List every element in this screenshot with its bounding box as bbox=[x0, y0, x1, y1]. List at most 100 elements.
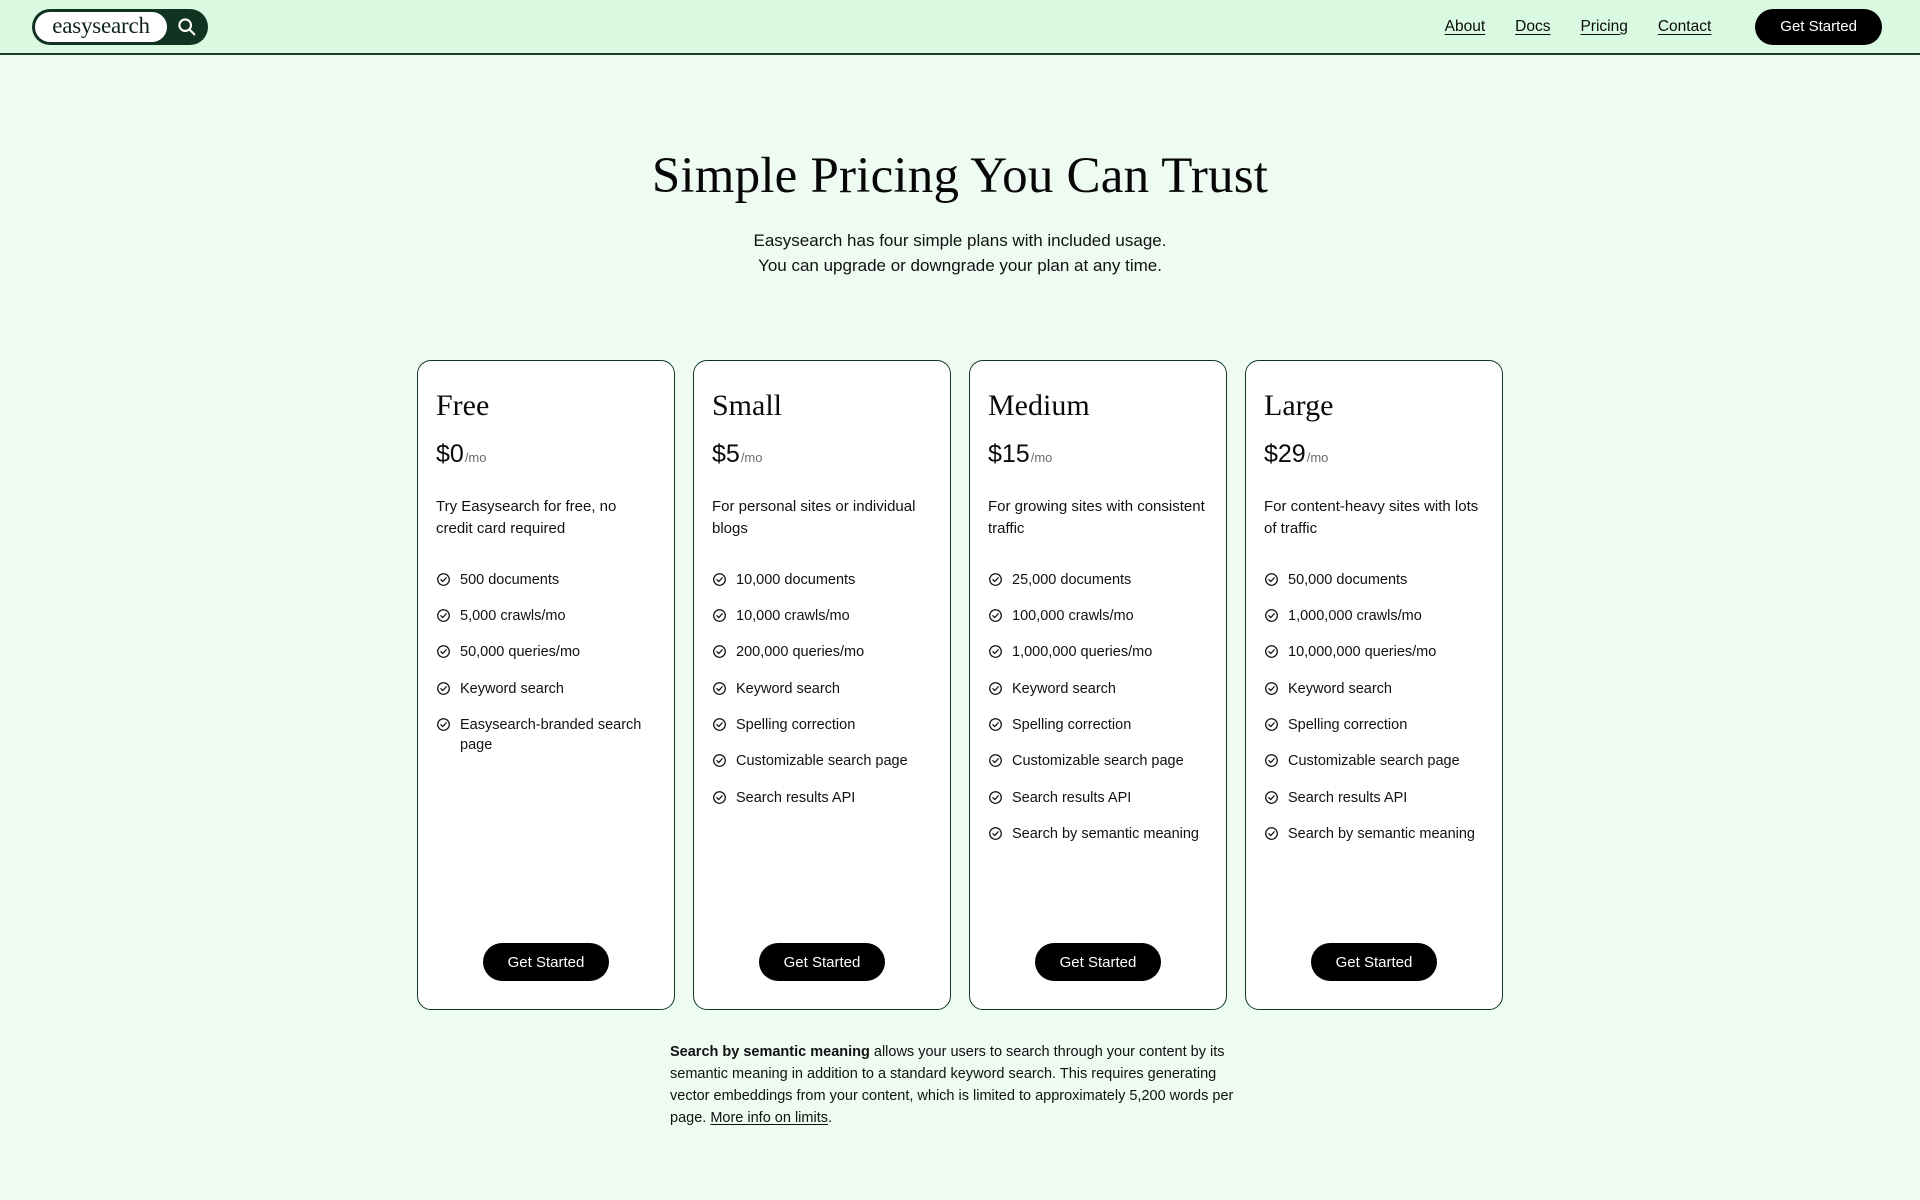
check-circle-icon bbox=[1264, 790, 1279, 805]
card-cta-wrap: Get Started bbox=[712, 943, 932, 985]
feature-item: 50,000 queries/mo bbox=[436, 642, 656, 662]
feature-item: Search by semantic meaning bbox=[988, 824, 1208, 844]
logo-pill: easysearch bbox=[35, 11, 167, 42]
plan-feature-list: 10,000 documents 10,000 crawls/mo 200,000 … bbox=[712, 570, 932, 808]
plan-price-amount: $29 bbox=[1264, 440, 1306, 469]
header-get-started-button[interactable]: Get Started bbox=[1755, 8, 1882, 45]
feature-label: Search results API bbox=[736, 789, 856, 806]
feature-label: Spelling correction bbox=[736, 716, 856, 733]
feature-label: Keyword search bbox=[1012, 680, 1116, 697]
plan-description: For personal sites or individual blogs bbox=[712, 498, 916, 538]
feature-item: Customizable search page bbox=[1264, 751, 1484, 771]
check-circle-icon bbox=[988, 790, 1003, 805]
feature-label: 1,000,000 queries/mo bbox=[1012, 644, 1153, 661]
plan-get-started-button[interactable]: Get Started bbox=[1310, 943, 1438, 982]
feature-label: Search by semantic meaning bbox=[1288, 825, 1475, 842]
plan-price-amount: $5 bbox=[712, 440, 740, 469]
magnifier-icon bbox=[167, 16, 205, 37]
feature-label: 50,000 queries/mo bbox=[460, 644, 581, 661]
nav-link-pricing[interactable]: Pricing bbox=[1580, 18, 1627, 36]
check-circle-icon bbox=[436, 681, 451, 696]
card-spacer bbox=[988, 844, 1208, 943]
plan-price-period: /mo bbox=[1306, 450, 1329, 466]
more-info-on-limits-link[interactable]: More info on limits bbox=[710, 1110, 828, 1126]
check-circle-icon bbox=[1264, 717, 1279, 732]
feature-item: Search results API bbox=[988, 788, 1208, 808]
site-header: easysearch About Docs Pricing Contact Ge… bbox=[0, 0, 1920, 55]
pricing-card: Small $5/mo For personal sites or individu… bbox=[693, 360, 951, 1011]
feature-item: 500 documents bbox=[436, 570, 656, 590]
feature-label: 200,000 queries/mo bbox=[736, 644, 865, 661]
feature-item: Search results API bbox=[712, 788, 932, 808]
feature-item: Keyword search bbox=[712, 679, 932, 699]
check-circle-icon bbox=[1264, 644, 1279, 659]
plan-name: Free bbox=[436, 389, 490, 423]
plan-get-started-button[interactable]: Get Started bbox=[1034, 943, 1162, 982]
feature-label: Customizable search page bbox=[1288, 753, 1460, 770]
hero-subtitle-line-1: Easysearch has four simple plans with in… bbox=[753, 231, 1167, 250]
footnote-lead: Search by semantic meaning bbox=[670, 1044, 870, 1061]
plan-name: Small bbox=[712, 389, 783, 423]
plan-price: $15/mo bbox=[988, 440, 1208, 469]
feature-item: Keyword search bbox=[436, 679, 656, 699]
pricing-cards: Free $0/mo Try Easysearch for free, no cre… bbox=[0, 360, 1920, 1011]
nav-link-about[interactable]: About bbox=[1445, 18, 1486, 36]
feature-item: Customizable search page bbox=[988, 751, 1208, 771]
check-circle-icon bbox=[988, 644, 1003, 659]
feature-label: 25,000 documents bbox=[1012, 571, 1132, 588]
plan-get-started-button[interactable]: Get Started bbox=[758, 943, 886, 982]
feature-item: 100,000 crawls/mo bbox=[988, 606, 1208, 626]
nav-link-docs[interactable]: Docs bbox=[1515, 18, 1550, 36]
plan-name: Large bbox=[1264, 389, 1334, 423]
feature-label: Search results API bbox=[1012, 789, 1132, 806]
feature-item: 25,000 documents bbox=[988, 570, 1208, 590]
card-spacer bbox=[1264, 844, 1484, 943]
plan-description: For content-heavy sites with lots of tra… bbox=[1264, 498, 1479, 538]
plan-name: Medium bbox=[988, 389, 1090, 423]
plan-description: For growing sites with consistent traffi… bbox=[988, 498, 1205, 538]
pricing-card: Large $29/mo For content-heavy sites with … bbox=[1245, 360, 1503, 1011]
check-circle-icon bbox=[436, 644, 451, 659]
card-cta-wrap: Get Started bbox=[988, 943, 1208, 985]
feature-label: 500 documents bbox=[460, 571, 560, 588]
check-circle-icon bbox=[988, 826, 1003, 841]
hero-subtitle-line-2: You can upgrade or downgrade your plan a… bbox=[758, 255, 1162, 275]
plan-price-period: /mo bbox=[1030, 450, 1053, 466]
check-circle-icon bbox=[988, 608, 1003, 623]
feature-item: Spelling correction bbox=[1264, 715, 1484, 735]
feature-label: Keyword search bbox=[1288, 680, 1392, 697]
feature-label: Search results API bbox=[1288, 789, 1408, 806]
feature-item: Spelling correction bbox=[988, 715, 1208, 735]
feature-item: 200,000 queries/mo bbox=[712, 642, 932, 662]
feature-label: Search by semantic meaning bbox=[1012, 825, 1199, 842]
check-circle-icon bbox=[712, 790, 727, 805]
plan-price-amount: $15 bbox=[988, 440, 1030, 469]
logo[interactable]: easysearch bbox=[32, 8, 208, 45]
feature-label: Spelling correction bbox=[1012, 716, 1132, 733]
nav-link-contact[interactable]: Contact bbox=[1658, 18, 1711, 36]
feature-label: 10,000,000 queries/mo bbox=[1288, 644, 1437, 661]
check-circle-icon bbox=[436, 572, 451, 587]
feature-label: Customizable search page bbox=[1012, 753, 1184, 770]
feature-item: 10,000,000 queries/mo bbox=[1264, 642, 1484, 662]
feature-item: 1,000,000 crawls/mo bbox=[1264, 606, 1484, 626]
plan-price: $0/mo bbox=[436, 440, 656, 469]
check-circle-icon bbox=[712, 608, 727, 623]
feature-item: 10,000 documents bbox=[712, 570, 932, 590]
feature-item: Search results API bbox=[1264, 788, 1484, 808]
check-circle-icon bbox=[712, 753, 727, 768]
feature-label: Spelling correction bbox=[1288, 716, 1408, 733]
feature-item: Spelling correction bbox=[712, 715, 932, 735]
card-cta-wrap: Get Started bbox=[436, 943, 656, 985]
check-circle-icon bbox=[1264, 753, 1279, 768]
plan-price-period: /mo bbox=[464, 450, 487, 466]
check-circle-icon bbox=[988, 572, 1003, 587]
check-circle-icon bbox=[1264, 608, 1279, 623]
plan-price-amount: $0 bbox=[436, 440, 464, 469]
plan-price: $5/mo bbox=[712, 440, 932, 469]
feature-item: Easysearch-branded search page bbox=[436, 715, 656, 756]
feature-item: 5,000 crawls/mo bbox=[436, 606, 656, 626]
check-circle-icon bbox=[988, 681, 1003, 696]
plan-get-started-button[interactable]: Get Started bbox=[482, 943, 610, 982]
plan-price: $29/mo bbox=[1264, 440, 1484, 469]
